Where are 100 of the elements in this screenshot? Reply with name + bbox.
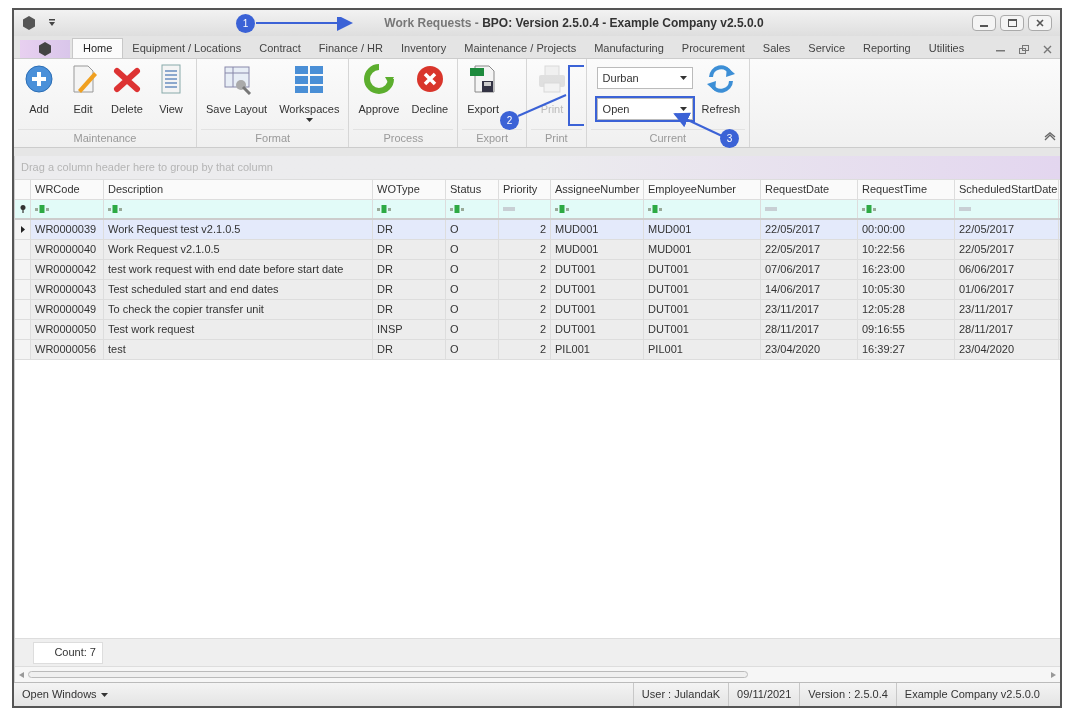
ribbon-group-label: Process — [383, 131, 424, 147]
mdi-restore-icon[interactable] — [1019, 45, 1029, 54]
column-header[interactable]: WRCode — [31, 180, 104, 199]
table-cell: DR — [373, 280, 446, 299]
table-cell: MUD001 — [644, 240, 761, 259]
ribbon-tab[interactable]: Home — [72, 38, 124, 58]
ribbon-tab[interactable]: Maintenance / Projects — [455, 38, 586, 58]
column-header[interactable]: RequestTime — [858, 180, 955, 199]
table-cell: DUT001 — [551, 300, 644, 319]
table-cell: 23/04/2020 — [955, 340, 1059, 359]
caret-icon — [679, 107, 687, 111]
ribbon-button[interactable]: Workspaces — [276, 63, 343, 123]
ribbon-tab[interactable]: Reporting — [854, 38, 920, 58]
row-indicator[interactable] — [15, 220, 31, 239]
caret-icon — [305, 117, 313, 123]
dropdown[interactable]: Open — [596, 98, 693, 120]
open-windows-menu[interactable]: Open Windows — [14, 683, 116, 706]
table-cell: 2 — [499, 240, 551, 259]
table-cell: test work request with end date before start date — [104, 260, 373, 279]
column-header[interactable]: EmployeeNumber — [644, 180, 761, 199]
ribbon-tab[interactable]: Inventory — [392, 38, 456, 58]
table-cell: WR0000043 — [31, 280, 104, 299]
dropdown[interactable]: Durban — [596, 67, 693, 89]
column-header[interactable]: RequestDate — [761, 180, 858, 199]
table-cell: Work Request test v2.1.0.5 — [104, 220, 373, 239]
status-text: 09/11/2021 — [737, 687, 792, 703]
column-header[interactable]: Status — [446, 180, 499, 199]
status-text: Example Company v2.5.0.0 — [904, 687, 1040, 703]
application-menu-button[interactable] — [20, 40, 70, 58]
table-row[interactable]: WR0000040 Work Request v2.1.0.5 DR O 2 MUD001 MUD001 22/05/2017 10:22:56 22/05/2017 — [15, 240, 1060, 260]
close-button[interactable] — [1028, 15, 1052, 31]
table-cell: 06/06/2017 — [955, 260, 1059, 279]
column-header[interactable]: Description — [104, 180, 373, 199]
caret-icon — [679, 76, 687, 80]
table-cell: DUT001 — [551, 280, 644, 299]
ribbon-button[interactable]: Delete — [108, 63, 146, 118]
table-cell: MUD001 — [551, 220, 644, 239]
table-row[interactable]: WR0000043 Test scheduled start and end dates DR O 2 DUT001 DUT001 14/06/2017 10:05:30 01/06/2017 — [15, 280, 1060, 300]
table-cell: DUT001 — [644, 320, 761, 339]
ribbon-button[interactable]: Approve — [355, 63, 403, 118]
table-cell: DUT001 — [551, 260, 644, 279]
ribbon-group-label: Format — [255, 131, 291, 147]
app-logo-icon[interactable] — [22, 16, 36, 30]
caret-icon — [100, 692, 108, 697]
text-filter-icon[interactable] — [555, 205, 569, 213]
mdi-close-icon[interactable] — [1043, 45, 1052, 54]
ribbon-tab[interactable]: Manufacturing — [585, 38, 673, 58]
ribbon-tab[interactable]: Equipment / Locations — [123, 38, 251, 58]
table-cell: 23/04/2020 — [761, 340, 858, 359]
text-filter-icon[interactable] — [108, 205, 122, 213]
ribbon-button[interactable]: Export — [464, 63, 503, 118]
ribbon-button[interactable]: Decline — [408, 63, 452, 118]
table-cell: 01/06/2017 — [955, 280, 1059, 299]
text-filter-icon[interactable] — [450, 205, 464, 213]
ribbon-button[interactable]: Edit — [64, 63, 102, 118]
column-header[interactable]: Priority — [499, 180, 551, 199]
minimize-button[interactable] — [972, 15, 996, 31]
scroll-right-icon[interactable] — [1051, 671, 1056, 678]
ribbon-tab[interactable]: Utilities — [919, 38, 974, 58]
table-row[interactable]: WR0000049 To check the copier transfer unit DR O 2 DUT001 DUT001 23/11/2017 12:05:28 23/11/2017 — [15, 300, 1060, 320]
ribbon-button[interactable]: View — [152, 63, 190, 118]
table-cell: Test scheduled start and end dates — [104, 280, 373, 299]
table-cell: To check the copier transfer unit — [104, 300, 373, 319]
horizontal-scrollbar[interactable] — [15, 666, 1060, 682]
quick-access-dropdown-icon[interactable] — [48, 19, 56, 27]
filter-pin-icon — [19, 205, 26, 213]
scroll-left-icon[interactable] — [19, 671, 24, 678]
table-cell: 12:05:28 — [858, 300, 955, 319]
text-filter-icon[interactable] — [648, 205, 662, 213]
table-cell: 22/05/2017 — [761, 240, 858, 259]
grid-tiles-icon — [293, 63, 326, 95]
ribbon-tab[interactable]: Procurement — [672, 38, 754, 58]
text-filter-icon[interactable] — [377, 205, 391, 213]
table-cell: 16:23:00 — [858, 260, 955, 279]
table-cell: 23/11/2017 — [761, 300, 858, 319]
table-row[interactable]: WR0000050 Test work request INSP O 2 DUT001 DUT001 28/11/2017 09:16:55 28/11/2017 — [15, 320, 1060, 340]
table-cell: DR — [373, 220, 446, 239]
text-filter-icon[interactable] — [35, 205, 49, 213]
maximize-button[interactable] — [1000, 15, 1024, 31]
table-row[interactable]: WR0000056 test DR O 2 PIL001 PIL001 23/04/2020 16:39:27 23/04/2020 — [15, 340, 1060, 360]
table-cell: 23/11/2017 — [955, 300, 1059, 319]
table-row[interactable]: WR0000042 test work request with end date before start date DR O 2 DUT001 DUT001 07/06/2017 16:23:00 06/06/2017 — [15, 260, 1060, 280]
ribbon-tab[interactable]: Service — [799, 38, 855, 58]
table-row[interactable]: WR0000039 Work Request test v2.1.0.5 DR O 2 MUD001 MUD001 22/05/2017 00:00:00 22/05/2017 — [15, 220, 1060, 240]
collapse-ribbon-icon[interactable] — [1044, 132, 1056, 141]
ribbon-button[interactable]: Refresh — [698, 63, 744, 118]
ribbon-group-label: Print — [544, 131, 568, 147]
table-cell: DR — [373, 260, 446, 279]
ribbon-button[interactable]: Save Layout — [203, 63, 271, 118]
column-header[interactable]: ScheduledStartDate — [955, 180, 1059, 199]
table-cell: 00:00:00 — [858, 220, 955, 239]
ribbon-tab[interactable]: Finance / HR — [309, 38, 392, 58]
ribbon-tab[interactable]: Contract — [250, 38, 310, 58]
ribbon-button[interactable]: Add — [20, 63, 58, 118]
text-filter-icon[interactable] — [862, 205, 876, 213]
ribbon-group-label: Current — [649, 131, 687, 147]
column-header[interactable]: AssigneeNumber — [551, 180, 644, 199]
table-cell: O — [446, 260, 499, 279]
column-header[interactable]: WOType — [373, 180, 446, 199]
ribbon-tab[interactable]: Sales — [753, 38, 800, 58]
